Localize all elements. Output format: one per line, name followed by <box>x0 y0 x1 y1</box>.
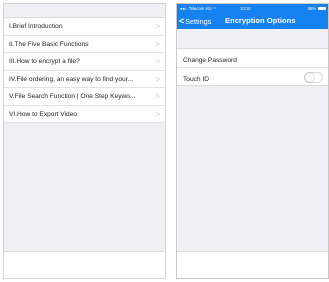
chevron-right-icon: > <box>155 57 160 66</box>
help-topic-label: V.File Search Function | One Step Keywo.… <box>9 93 136 100</box>
chevron-right-icon: > <box>155 39 160 49</box>
chevron-right-icon: > <box>155 22 160 31</box>
touch-id-toggle[interactable] <box>304 71 323 83</box>
bottom-bar <box>4 251 165 278</box>
carrier-name: Telecom HU <box>188 6 212 11</box>
chevron-right-icon: > <box>155 109 160 119</box>
back-button[interactable]: <Settings <box>179 13 211 29</box>
status-time: 10:10 <box>240 6 251 11</box>
toggle-knob <box>305 72 314 82</box>
help-topic-label: VI.How to Export Video <box>9 110 78 118</box>
help-topic-item-5[interactable]: V.File Search Function | One Step Keywo.… <box>4 88 165 106</box>
help-topics-panel: I.Brief Introduction > II.The Five Basic… <box>3 3 166 279</box>
navigation-bar: <Settings Encryption Options <box>177 13 328 29</box>
help-topic-item-2[interactable]: II.The Five Basic Functions > <box>4 36 165 53</box>
carrier-label: ●●○ Telecom HU ◠ <box>180 6 216 11</box>
help-topic-item-6[interactable]: VI.How to Export Video > <box>4 106 165 123</box>
chevron-left-icon: < <box>179 16 185 26</box>
battery-icon <box>318 6 326 10</box>
back-label: Settings <box>185 17 212 26</box>
help-topic-label: III.How to encrypt a file? <box>9 58 80 65</box>
settings-group: Change Password Touch ID <box>177 48 328 86</box>
help-topic-label: II.The Five Basic Functions <box>9 40 89 48</box>
chevron-right-icon: > <box>155 92 160 101</box>
touch-id-label: Touch ID <box>183 76 210 83</box>
help-topic-label: I.Brief Introduction <box>9 23 63 30</box>
help-topic-item-4[interactable]: IV.File ordering, an easy way to find yo… <box>4 71 165 88</box>
wifi-icon: ◠ <box>212 6 217 11</box>
help-topic-list: I.Brief Introduction > II.The Five Basic… <box>4 17 165 123</box>
page-title: Encryption Options <box>225 16 296 25</box>
change-password-row[interactable]: Change Password <box>177 49 328 67</box>
change-password-label: Change Password <box>183 57 237 64</box>
help-topic-label: IV.File ordering, an easy way to find yo… <box>9 75 134 83</box>
help-topic-item-1[interactable]: I.Brief Introduction > <box>4 18 165 36</box>
touch-id-row: Touch ID <box>177 67 328 85</box>
chevron-right-icon: > <box>155 74 160 84</box>
status-bar: ●●○ Telecom HU ◠ 10:10 88% <box>177 4 328 13</box>
help-topic-item-3[interactable]: III.How to encrypt a file? > <box>4 53 165 71</box>
encryption-options-screen: ●●○ Telecom HU ◠ 10:10 88% <Settings Enc… <box>176 3 329 279</box>
battery-percent: 88% <box>307 6 316 11</box>
bottom-bar <box>177 251 328 278</box>
signal-icon: ●●○ <box>180 6 188 11</box>
